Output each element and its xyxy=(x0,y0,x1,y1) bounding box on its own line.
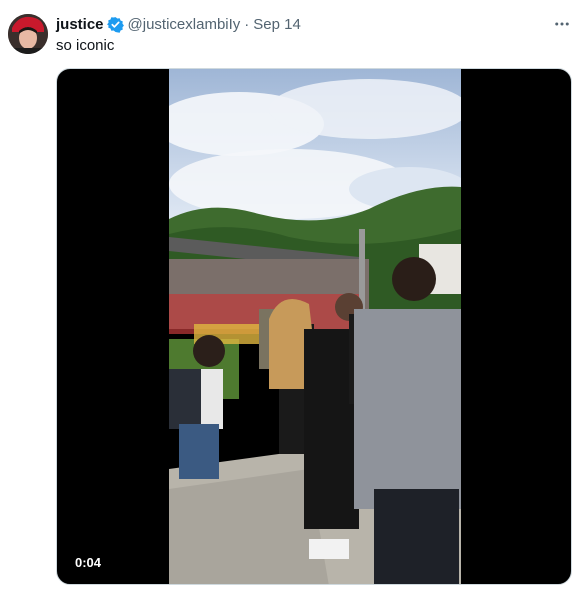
video-frame[interactable] xyxy=(169,69,461,584)
more-options-button[interactable] xyxy=(552,14,572,34)
user-handle[interactable]: @justicexlambiIy xyxy=(128,16,241,33)
tweet-header: justice @justicexlambiIy · Sep 14 xyxy=(56,14,301,34)
video-player[interactable]: 0:04 xyxy=(56,68,572,585)
video-thumbnail xyxy=(169,69,461,584)
tweet-date[interactable]: Sep 14 xyxy=(253,16,301,33)
ellipsis-icon xyxy=(555,22,569,26)
video-timestamp: 0:04 xyxy=(69,553,108,572)
avatar[interactable] xyxy=(8,14,48,54)
tweet-text: so iconic xyxy=(56,37,115,54)
verified-badge-icon xyxy=(106,16,124,33)
display-name[interactable]: justice xyxy=(56,16,104,33)
separator-dot: · xyxy=(244,15,250,33)
avatar-image xyxy=(8,14,48,54)
